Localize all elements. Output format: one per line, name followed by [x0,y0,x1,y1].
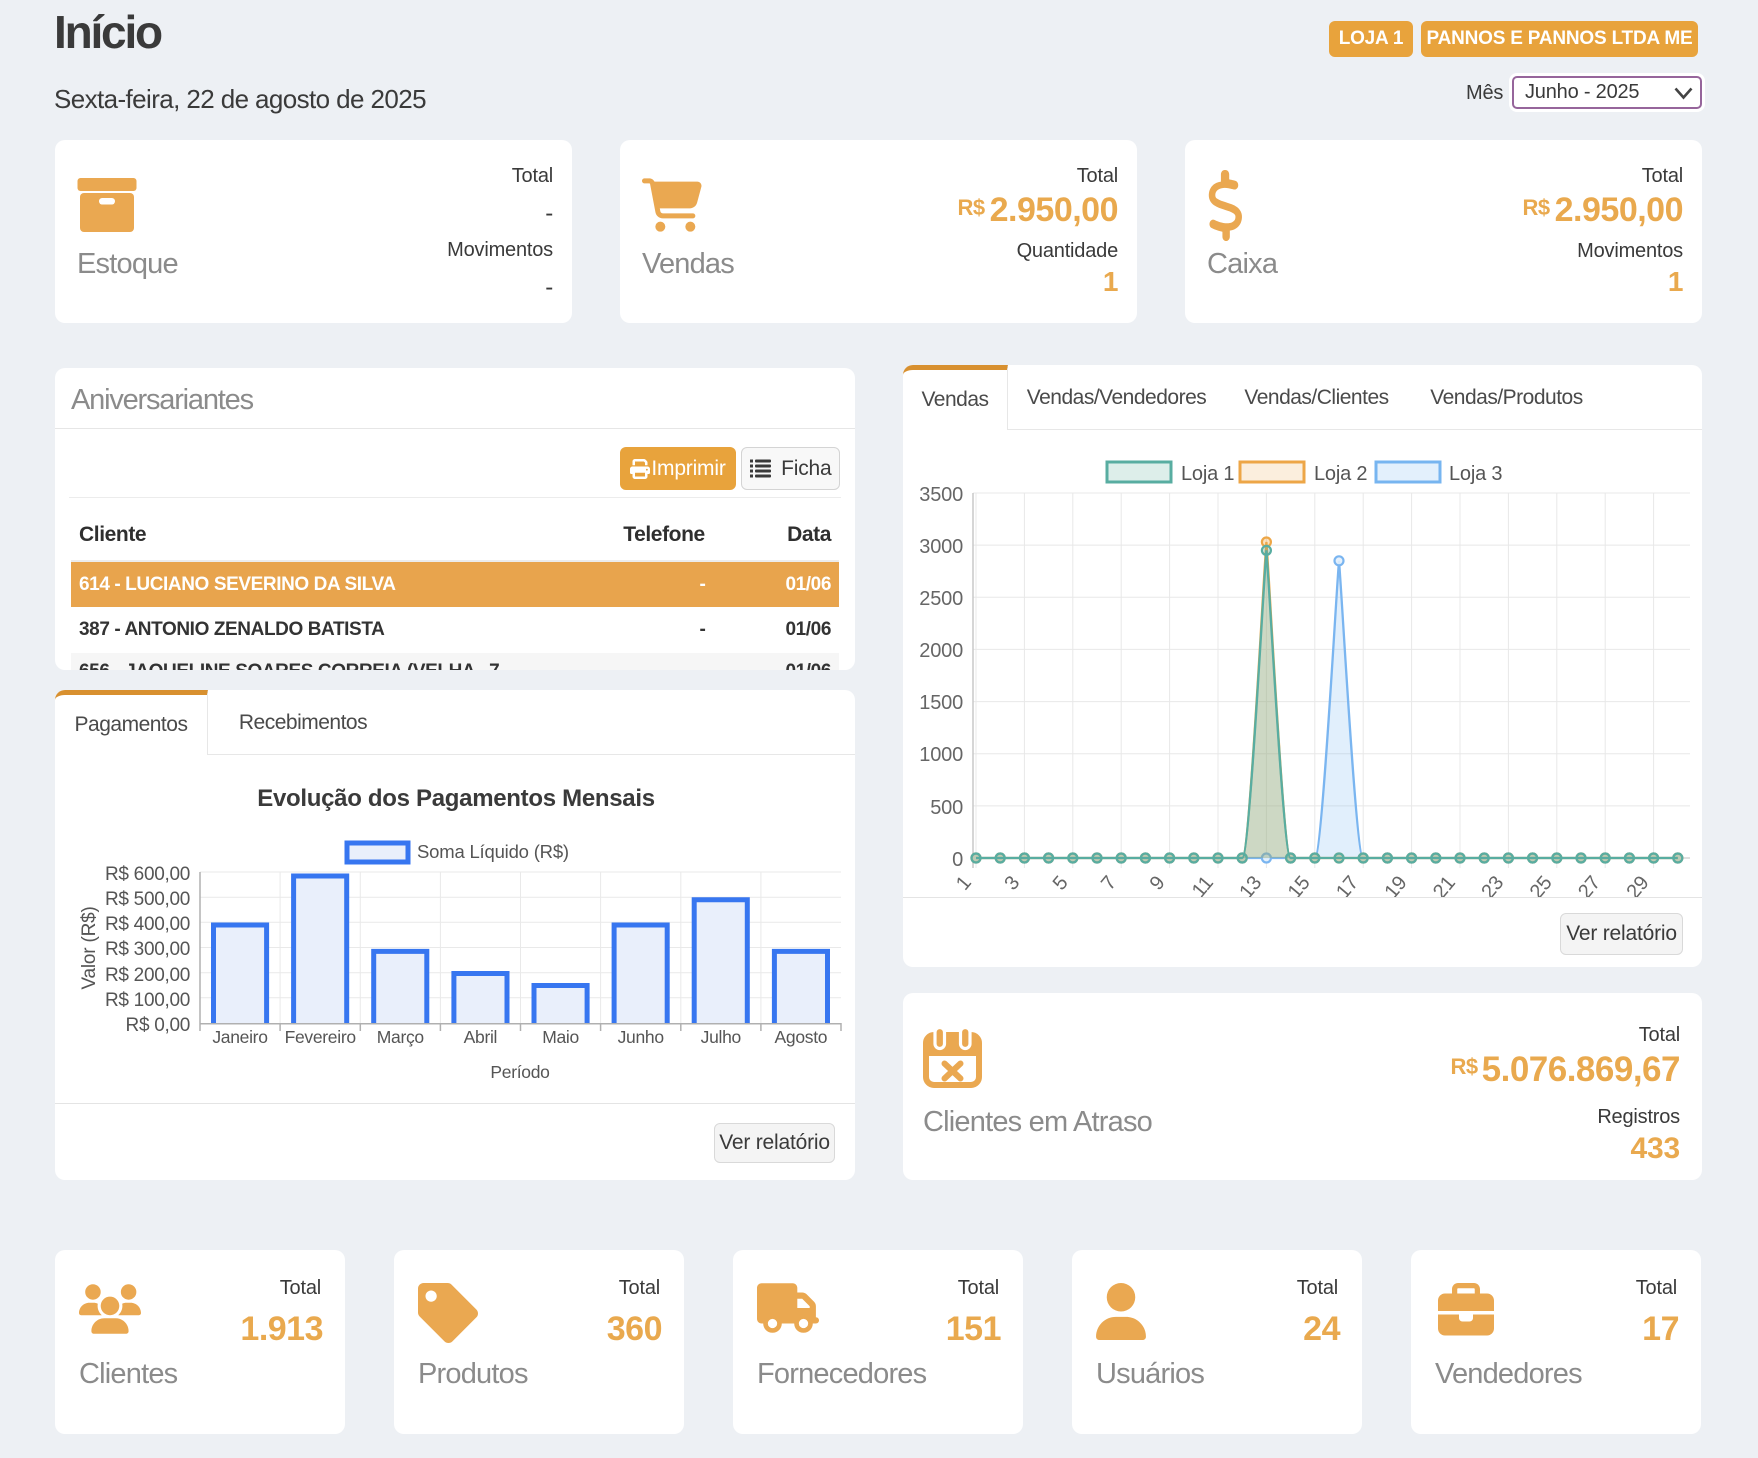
svg-text:1000: 1000 [919,744,963,766]
svg-text:11: 11 [1188,872,1218,897]
svg-text:13: 13 [1235,872,1266,897]
svg-text:Janeiro: Janeiro [212,1027,267,1047]
svg-text:9: 9 [1146,872,1170,895]
svg-text:Loja 1: Loja 1 [1181,463,1234,485]
svg-text:7: 7 [1097,872,1121,895]
svg-text:2500: 2500 [919,588,963,610]
svg-text:1500: 1500 [919,692,963,714]
svg-text:23: 23 [1477,872,1508,897]
svg-text:Evolução dos Pagamentos Mensai: Evolução dos Pagamentos Mensais [257,785,655,812]
svg-text:R$ 400,00: R$ 400,00 [105,914,190,935]
svg-text:3: 3 [1000,872,1024,895]
svg-text:R$ 600,00: R$ 600,00 [105,864,190,885]
svg-text:Abril: Abril [464,1027,498,1047]
svg-text:1: 1 [952,872,976,895]
svg-text:Fevereiro: Fevereiro [285,1027,356,1047]
svg-text:2000: 2000 [919,640,963,662]
svg-text:Agosto: Agosto [775,1027,828,1047]
svg-text:3000: 3000 [919,536,963,558]
svg-text:15: 15 [1284,872,1315,897]
svg-text:27: 27 [1574,872,1605,897]
svg-text:17: 17 [1332,872,1363,897]
svg-text:500: 500 [930,797,963,819]
svg-text:29: 29 [1623,872,1654,897]
svg-text:R$ 100,00: R$ 100,00 [105,990,190,1011]
svg-text:Julho: Julho [701,1027,741,1047]
svg-text:R$ 0,00: R$ 0,00 [126,1015,190,1036]
svg-text:5: 5 [1049,872,1073,895]
svg-text:19: 19 [1381,872,1412,897]
svg-text:Loja 2: Loja 2 [1314,463,1367,485]
svg-text:3500: 3500 [919,484,963,506]
svg-text:Maio: Maio [542,1027,579,1047]
svg-text:R$ 300,00: R$ 300,00 [105,939,190,960]
svg-text:Junho: Junho [618,1027,664,1047]
svg-text:Loja 3: Loja 3 [1449,463,1502,485]
svg-text:Março: Março [377,1027,424,1047]
svg-text:R$ 500,00: R$ 500,00 [105,889,190,910]
svg-text:R$ 200,00: R$ 200,00 [105,965,190,986]
svg-text:Valor (R$): Valor (R$) [79,906,100,989]
svg-text:21: 21 [1429,872,1460,897]
svg-text:0: 0 [952,849,963,871]
svg-text:Soma Líquido (R$): Soma Líquido (R$) [417,841,569,862]
svg-text:25: 25 [1526,872,1557,897]
svg-text:Período: Período [490,1062,549,1082]
